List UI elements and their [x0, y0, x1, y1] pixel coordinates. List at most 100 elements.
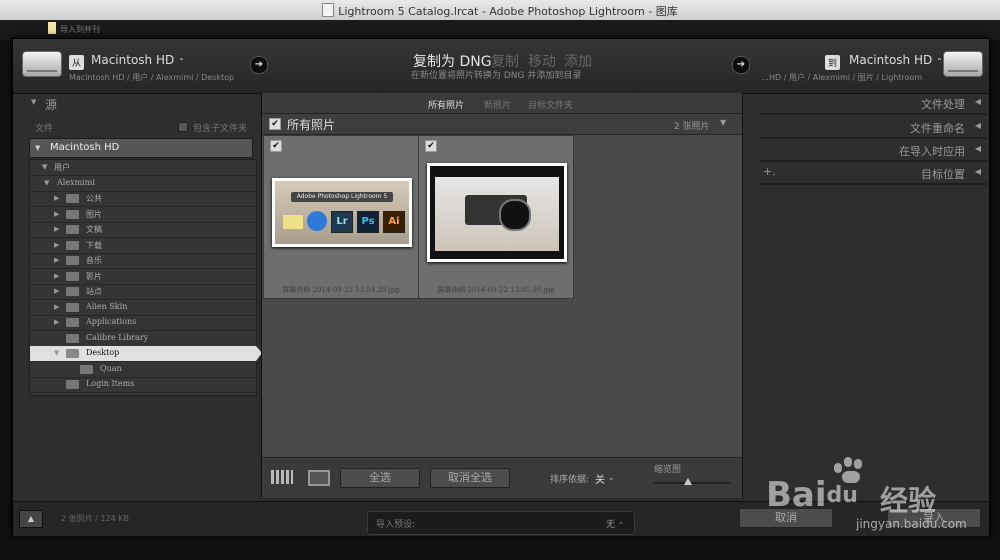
- folder-row[interactable]: ▼ Desktop: [30, 346, 262, 362]
- thumbnail-size-label: 缩览图: [654, 465, 682, 475]
- disclosure-closed-icon[interactable]: ▶: [54, 287, 59, 295]
- photo-thumbnail[interactable]: [427, 163, 567, 262]
- disclosure-closed-icon[interactable]: ▶: [54, 272, 59, 280]
- folder-row[interactable]: ▼ Alexmimi: [30, 176, 256, 192]
- folder-icon: [66, 256, 79, 265]
- folder-row[interactable]: ▶ 文稿: [30, 222, 256, 238]
- import-preset-select[interactable]: 无 ⌃: [606, 517, 624, 530]
- filter-tabs: 所有照片 新照片 目标文件夹: [262, 93, 742, 114]
- folder-row[interactable]: ▶ 下载: [30, 238, 256, 254]
- folder-icon: [66, 271, 79, 281]
- disclosure-closed-icon[interactable]: ▶: [54, 210, 59, 218]
- disclosure-closed-icon[interactable]: ▶: [54, 225, 59, 233]
- sticky-note-icon: [48, 22, 56, 34]
- loupe-view-icon[interactable]: [308, 470, 330, 486]
- illustrator-icon: Ai: [383, 211, 405, 233]
- folder-row[interactable]: ▶ Alien Skin: [30, 300, 256, 316]
- folder-icon: [66, 318, 79, 327]
- photo-checkbox[interactable]: ✔: [425, 140, 437, 152]
- slider-knob[interactable]: [684, 478, 693, 485]
- jingyan-text: 经验: [880, 484, 937, 517]
- sort-select[interactable]: 关 ⌃: [595, 471, 614, 486]
- section-label: 目标位置: [921, 168, 965, 181]
- folder-label: Login Items: [86, 379, 135, 388]
- itunes-icon: [307, 211, 327, 231]
- section-file-renaming[interactable]: 文件重命名 ◀: [759, 117, 987, 139]
- include-subfolders-checkbox[interactable]: [178, 122, 188, 132]
- collapse-triangle-icon[interactable]: ▼: [720, 118, 726, 127]
- photo-cell[interactable]: ✔ 屏幕快照 2014-09-22 13.05.00.jpg: [418, 135, 574, 299]
- destination-volume-menu[interactable]: Macintosh HD ⌃: [849, 53, 943, 67]
- folder-label: Desktop: [86, 348, 120, 357]
- volume-row[interactable]: ▼ Macintosh HD: [29, 138, 253, 158]
- mode-description: 在新位置将照片转换为 DNG 并添加到目录: [411, 71, 582, 81]
- tab-destination-folders[interactable]: 目标文件夹: [528, 98, 573, 111]
- collapse-triangle-icon: ▼: [35, 144, 41, 152]
- folder-label: 影片: [86, 271, 102, 281]
- folder-row[interactable]: Calibre Library: [30, 331, 256, 347]
- arrow-right-icon: ➔: [250, 56, 268, 74]
- source-path: Macintosh HD / 用户 / Alexmimi / Desktop: [69, 73, 235, 82]
- check-all-button[interactable]: 全选: [340, 468, 420, 488]
- folder-row[interactable]: Quan: [30, 362, 256, 378]
- disclosure-closed-icon[interactable]: ▶: [54, 318, 59, 326]
- include-subfolders-label: 包含子文件夹: [193, 124, 248, 134]
- photo-cell[interactable]: ✔ Adobe Photoshop Lightroom 5 Lr Ps Ai 屏…: [263, 135, 419, 299]
- folder-row[interactable]: ▶ Applications: [30, 315, 256, 331]
- photo-filename: 屏幕快照 2014-09-22 13.04.39.jpg: [282, 286, 400, 294]
- collapse-up-button[interactable]: ▲: [19, 510, 43, 528]
- photoshop-icon: Ps: [357, 211, 379, 233]
- baidu-watermark: Baidu 经验 jingyan.baidu.com: [760, 455, 990, 545]
- add-folder-icon[interactable]: +.: [763, 165, 776, 178]
- grid-title: 所有照片: [287, 118, 336, 132]
- folder-label: 文稿: [86, 225, 102, 234]
- disclosure-closed-icon[interactable]: ▶: [54, 241, 59, 249]
- grid-view-icon[interactable]: [271, 470, 293, 484]
- folder-row[interactable]: ▶ 站点: [30, 284, 256, 300]
- select-all-checkbox[interactable]: ✔: [269, 118, 281, 130]
- import-summary: 2 张照片 / 124 KB: [61, 514, 129, 523]
- folder-row[interactable]: ▼ 用户: [30, 160, 256, 176]
- section-apply-during-import[interactable]: 在导入时应用 ◀: [759, 140, 987, 162]
- lightroom-icon: Lr: [331, 211, 353, 233]
- folder-label: 公共: [86, 194, 102, 203]
- folder-row[interactable]: ▶ 影片: [30, 269, 256, 285]
- folder-row[interactable]: ▶ 图片: [30, 207, 256, 223]
- section-label: 文件重命名: [910, 122, 965, 135]
- camera-lens-icon: [499, 199, 531, 231]
- baidu-logo-text: Baidu: [766, 475, 858, 515]
- sort-label: 排序依据:: [550, 475, 590, 485]
- photo-filename: 屏幕快照 2014-09-22 13.05.00.jpg: [437, 286, 555, 294]
- uncheck-all-button[interactable]: 取消全选: [430, 468, 510, 488]
- disclosure-closed-icon[interactable]: ▶: [54, 194, 59, 202]
- photo-thumbnail[interactable]: Adobe Photoshop Lightroom 5 Lr Ps Ai: [272, 178, 412, 247]
- disclosure-closed-icon[interactable]: ▶: [54, 303, 59, 311]
- grid-header: ✔ 所有照片 2 张照片 ▼: [262, 114, 742, 135]
- disclosure-open-icon[interactable]: ▼: [42, 163, 47, 171]
- disclosure-open-icon[interactable]: ▼: [44, 179, 49, 187]
- tab-new-photos[interactable]: 新照片: [484, 98, 511, 111]
- section-destination[interactable]: +. 目标位置 ◀: [759, 163, 987, 185]
- photo-count: 2 张照片: [674, 122, 710, 132]
- folder-icon: [66, 302, 79, 312]
- tab-all-photos[interactable]: 所有照片: [428, 98, 464, 111]
- folder-icon: [66, 287, 79, 296]
- folder-icon: [66, 194, 79, 203]
- folder-row[interactable]: ▶ 公共: [30, 191, 256, 207]
- folder-label: 用户: [54, 163, 70, 172]
- thumbnail-size-slider[interactable]: [654, 478, 730, 485]
- folder-label: 图片: [86, 209, 102, 219]
- expand-triangle-icon: ◀: [974, 121, 981, 130]
- volume-label: Macintosh HD: [50, 142, 120, 153]
- folder-icon: [66, 333, 79, 343]
- folder-label: Quan: [100, 363, 122, 373]
- disclosure-closed-icon[interactable]: ▶: [54, 256, 59, 264]
- folder-row[interactable]: Login Items: [30, 377, 256, 393]
- collapse-triangle-icon[interactable]: ▼: [31, 98, 36, 106]
- source-volume-menu[interactable]: Macintosh HD ⌃: [91, 53, 185, 67]
- folder-row[interactable]: ▶ 音乐: [30, 253, 256, 269]
- to-chip: 到: [825, 55, 841, 70]
- photo-checkbox[interactable]: ✔: [270, 140, 282, 152]
- section-file-handling[interactable]: 文件处理 ◀: [759, 93, 987, 115]
- disclosure-open-icon[interactable]: ▼: [54, 349, 59, 357]
